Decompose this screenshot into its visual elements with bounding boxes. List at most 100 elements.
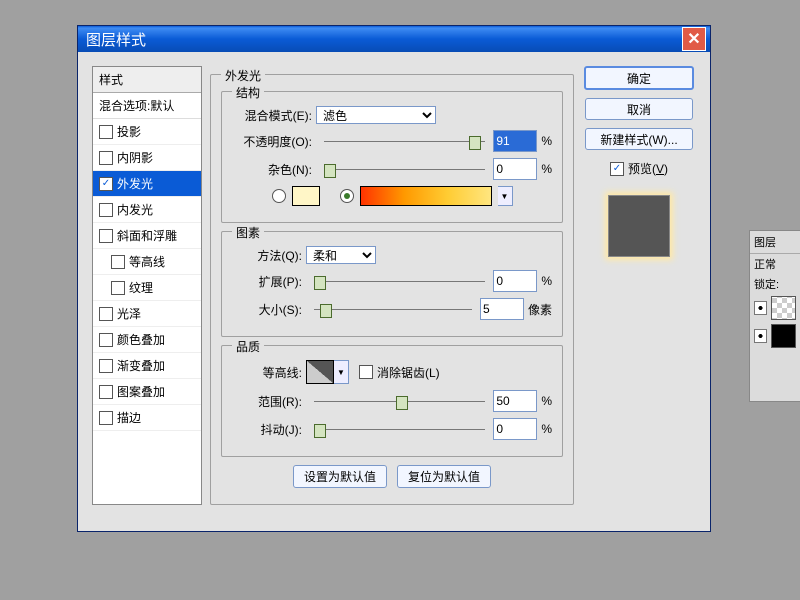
style-item-3[interactable]: 内发光 — [93, 197, 201, 223]
color-swatch[interactable] — [292, 186, 320, 206]
style-item-9[interactable]: 渐变叠加 — [93, 353, 201, 379]
style-item-8[interactable]: 颜色叠加 — [93, 327, 201, 353]
style-checkbox[interactable] — [111, 255, 125, 269]
elements-legend: 图素 — [232, 224, 264, 241]
preview-checkbox[interactable]: ✓ — [610, 162, 624, 176]
style-item-4[interactable]: 斜面和浮雕 — [93, 223, 201, 249]
pct-unit: % — [541, 134, 552, 148]
style-item-label: 光泽 — [117, 305, 141, 322]
preview-label: 预览(V) — [628, 160, 668, 177]
pct-unit: % — [541, 274, 552, 288]
style-item-0[interactable]: 投影 — [93, 119, 201, 145]
structure-legend: 结构 — [232, 84, 264, 101]
preview-thumbnail — [608, 195, 670, 257]
style-item-label: 等高线 — [129, 253, 165, 270]
layer-thumb-2[interactable] — [771, 324, 796, 348]
noise-label: 杂色(N): — [232, 161, 316, 178]
eye-icon[interactable] — [754, 329, 767, 343]
style-item-label: 内阴影 — [117, 149, 153, 166]
spread-input[interactable] — [493, 270, 537, 292]
spread-slider[interactable] — [314, 274, 485, 288]
px-unit: 像素 — [528, 301, 552, 318]
gradient-preview[interactable] — [360, 186, 492, 206]
style-item-label: 内发光 — [117, 201, 153, 218]
pct-unit: % — [541, 394, 552, 408]
style-checkbox[interactable] — [99, 385, 113, 399]
style-checkbox[interactable] — [99, 125, 113, 139]
range-label: 范围(R): — [232, 393, 306, 410]
cancel-button[interactable]: 取消 — [585, 98, 693, 120]
size-input[interactable] — [480, 298, 524, 320]
style-item-11[interactable]: 描边 — [93, 405, 201, 431]
style-item-label: 渐变叠加 — [117, 357, 165, 374]
blend-mode-mini[interactable]: 正常 — [754, 256, 776, 272]
lock-label: 锁定: — [754, 276, 779, 292]
style-checkbox[interactable] — [99, 203, 113, 217]
style-checkbox[interactable] — [99, 307, 113, 321]
style-item-2[interactable]: ✓ 外发光 — [93, 171, 201, 197]
style-item-label: 图案叠加 — [117, 383, 165, 400]
titlebar[interactable]: 图层样式 ✕ — [78, 26, 710, 52]
action-column: 确定 取消 新建样式(W)... ✓ 预览(V) — [582, 66, 696, 505]
style-item-label: 投影 — [117, 123, 141, 140]
new-style-button[interactable]: 新建样式(W)... — [585, 128, 693, 150]
anti-alias-label: 消除锯齿(L) — [377, 364, 440, 381]
style-checkbox[interactable] — [111, 281, 125, 295]
eye-icon[interactable] — [754, 301, 767, 315]
style-item-label: 描边 — [117, 409, 141, 426]
settings-panel: 外发光 结构 混合模式(E): 滤色 不透明度(O): % 杂色(N): — [210, 66, 574, 505]
technique-label: 方法(Q): — [232, 247, 306, 264]
style-checkbox[interactable] — [99, 359, 113, 373]
style-checkbox[interactable] — [99, 333, 113, 347]
layer-style-dialog: 图层样式 ✕ 样式 混合选项:默认 投影内阴影 ✓ 外发光内发光斜面和浮雕等高线纹理… — [77, 25, 711, 532]
gradient-radio[interactable] — [340, 189, 354, 203]
set-default-button[interactable]: 设置为默认值 — [293, 465, 387, 488]
range-input[interactable] — [493, 390, 537, 412]
style-item-5[interactable]: 等高线 — [93, 249, 201, 275]
ok-button[interactable]: 确定 — [584, 66, 694, 90]
style-item-label: 斜面和浮雕 — [117, 227, 177, 244]
opacity-input[interactable] — [493, 130, 537, 152]
style-item-label: 外发光 — [117, 175, 153, 192]
technique-select[interactable]: 柔和 — [306, 246, 376, 264]
layers-palette: 图层 正常 锁定: — [749, 230, 800, 402]
opacity-label: 不透明度(O): — [232, 133, 316, 150]
spread-label: 扩展(P): — [232, 273, 306, 290]
style-checkbox[interactable] — [99, 411, 113, 425]
style-item-6[interactable]: 纹理 — [93, 275, 201, 301]
opacity-slider[interactable] — [324, 134, 485, 148]
layers-tab[interactable]: 图层 — [750, 231, 800, 254]
style-item-label: 颜色叠加 — [117, 331, 165, 348]
layer-thumb-1[interactable] — [771, 296, 796, 320]
style-checkbox[interactable]: ✓ — [99, 177, 113, 191]
contour-picker[interactable] — [306, 360, 334, 384]
size-slider[interactable] — [314, 302, 472, 316]
style-item-7[interactable]: 光泽 — [93, 301, 201, 327]
pct-unit: % — [541, 422, 552, 436]
blend-mode-label: 混合模式(E): — [232, 107, 316, 124]
contour-dropdown[interactable]: ▼ — [334, 360, 349, 384]
style-item-label: 纹理 — [129, 279, 153, 296]
range-slider[interactable] — [314, 394, 485, 408]
style-item-1[interactable]: 内阴影 — [93, 145, 201, 171]
size-label: 大小(S): — [232, 301, 306, 318]
outer-glow-legend: 外发光 — [221, 67, 265, 84]
styles-header[interactable]: 样式 — [93, 67, 201, 93]
style-checkbox[interactable] — [99, 229, 113, 243]
noise-input[interactable] — [493, 158, 537, 180]
noise-slider[interactable] — [324, 162, 485, 176]
reset-default-button[interactable]: 复位为默认值 — [397, 465, 491, 488]
gradient-dropdown[interactable]: ▼ — [498, 186, 513, 206]
style-checkbox[interactable] — [99, 151, 113, 165]
style-list: 样式 混合选项:默认 投影内阴影 ✓ 外发光内发光斜面和浮雕等高线纹理光泽颜色叠加渐… — [92, 66, 202, 505]
close-button[interactable]: ✕ — [682, 27, 706, 51]
contour-label: 等高线: — [232, 364, 306, 381]
jitter-slider[interactable] — [314, 422, 485, 436]
blending-options[interactable]: 混合选项:默认 — [93, 93, 201, 119]
blend-mode-select[interactable]: 滤色 — [316, 106, 436, 124]
jitter-input[interactable] — [493, 418, 537, 440]
color-radio[interactable] — [272, 189, 286, 203]
style-item-10[interactable]: 图案叠加 — [93, 379, 201, 405]
anti-alias-checkbox[interactable] — [359, 365, 373, 379]
jitter-label: 抖动(J): — [232, 421, 306, 438]
